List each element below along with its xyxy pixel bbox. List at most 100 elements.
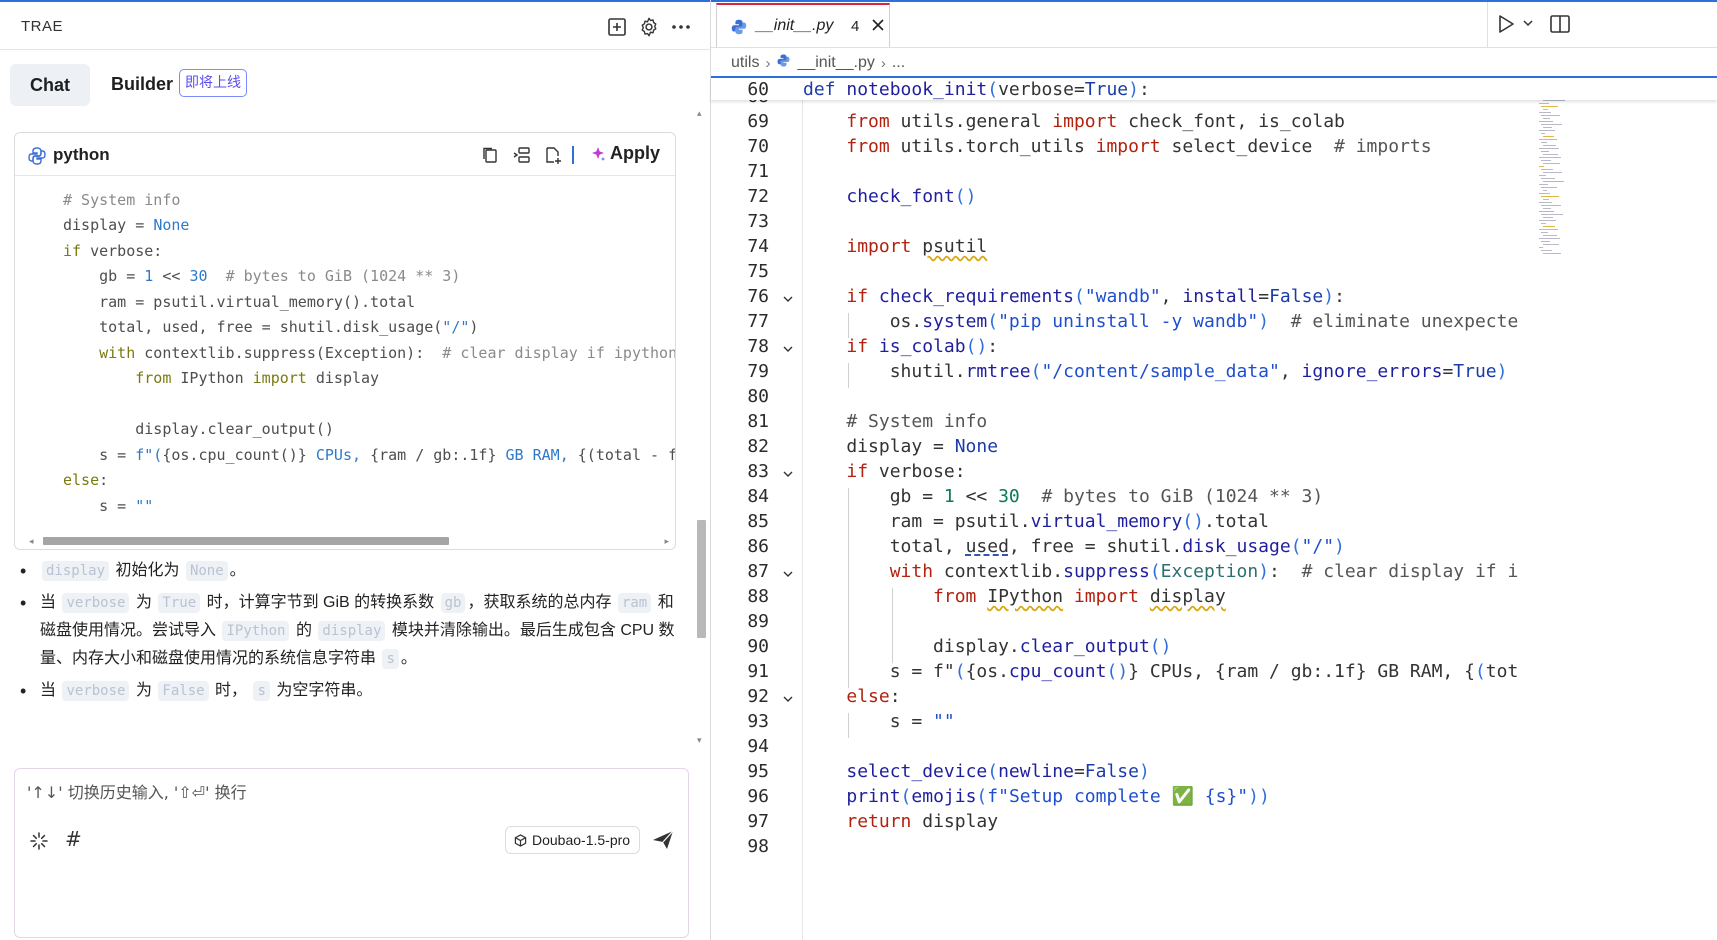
line-number: 79 [747, 361, 769, 382]
code-line: from IPython import display [135, 369, 380, 387]
code-line: display = None [63, 216, 190, 234]
code-line: check_font() [846, 186, 977, 207]
minimap-line [1543, 235, 1557, 236]
line-number: 78 [747, 336, 769, 357]
code-line: print(emojis(f"Setup complete ✅ {s}")) [846, 786, 1270, 807]
cube-icon [514, 833, 527, 847]
code-line: gb = 1 << 30 # bytes to GiB (1024 ** 3) [63, 267, 461, 285]
line-number: 81 [747, 411, 769, 432]
line-number: 82 [747, 436, 769, 457]
scrollbar-thumb[interactable] [43, 537, 449, 545]
minimap-line [1543, 181, 1564, 182]
code-line: if verbose: [846, 461, 966, 482]
text: 初始化为 [115, 562, 180, 579]
chat-panel-header: TRAE [0, 2, 710, 50]
chat-scrollbar-thumb[interactable] [697, 520, 706, 638]
minimap-line [1539, 130, 1555, 131]
minimap[interactable] [1539, 76, 1567, 256]
line-number: 92 [747, 686, 769, 707]
fold-chevron-icon[interactable] [781, 567, 795, 581]
sticky-scroll-header[interactable]: 60 def notebook_init(verbose=True): [711, 76, 1717, 100]
close-icon[interactable] [869, 16, 889, 36]
code-line: else: [63, 471, 109, 489]
code-block-header: python Apply [15, 133, 675, 176]
sparkle-icon [592, 146, 605, 161]
minimap-line [1543, 100, 1565, 101]
line-number: 88 [747, 586, 769, 607]
minimap-line [1543, 118, 1550, 119]
code-line: # System info [846, 411, 988, 432]
coming-soon-badge: 即将上线 [179, 69, 247, 97]
send-icon[interactable] [651, 828, 677, 854]
scroll-left-arrow[interactable]: ◂ [29, 536, 34, 547]
scroll-up-arrow[interactable]: ▴ [697, 108, 702, 119]
add-file-icon[interactable] [542, 144, 564, 166]
breadcrumb-folder[interactable]: utils [731, 54, 759, 72]
chat-input-box: # Doubao-1.5-pro [14, 768, 689, 938]
tab-init-py[interactable]: __init__.py 4 [716, 3, 890, 47]
indent-guide [848, 313, 850, 338]
minimap-line [1541, 115, 1560, 116]
code-line: from IPython import display [933, 586, 1226, 607]
list-item: display 初始化为 None。 [18, 557, 688, 585]
inline-code: s [382, 649, 399, 669]
inline-code: display [318, 621, 386, 641]
tab-chat[interactable]: Chat [10, 64, 90, 106]
line-number: 80 [747, 386, 769, 407]
line-number: 94 [747, 736, 769, 757]
chat-input[interactable] [27, 783, 667, 802]
code-line: ram = psutil.virtual_memory().total [803, 511, 1270, 532]
copy-icon[interactable] [479, 144, 501, 166]
model-selector[interactable]: Doubao-1.5-pro [505, 826, 641, 854]
minimap-line [1543, 127, 1552, 128]
minimap-line [1539, 184, 1548, 185]
run-icon[interactable] [1497, 14, 1515, 34]
fold-chevron-icon[interactable] [781, 292, 795, 306]
python-icon [776, 53, 791, 73]
python-icon [730, 18, 748, 41]
scroll-down-arrow[interactable]: ▾ [697, 735, 702, 746]
gear-icon[interactable] [636, 14, 662, 40]
code-horizontal-scrollbar[interactable]: ◂ ▸ [29, 536, 669, 546]
code-line: import psutil [846, 236, 988, 257]
minimap-line [1541, 178, 1555, 179]
chevron-down-icon[interactable] [1521, 16, 1535, 30]
line-number: 89 [747, 611, 769, 632]
apply-label: Apply [610, 143, 661, 163]
code-line: # System info [63, 191, 181, 209]
text: 为空字符串。 [276, 682, 373, 699]
fold-chevron-icon[interactable] [781, 467, 795, 481]
new-chat-icon[interactable] [604, 14, 630, 40]
more-icon[interactable] [668, 14, 694, 40]
minimap-line [1543, 109, 1548, 110]
code-line: display.clear_output() [63, 420, 334, 438]
text: 。 [229, 562, 246, 579]
minimap-line [1539, 166, 1544, 167]
line-number: 85 [747, 511, 769, 532]
minimap-line [1541, 196, 1559, 197]
context-icon[interactable] [29, 831, 49, 851]
text: 时， [215, 682, 248, 699]
fold-chevron-icon[interactable] [781, 342, 795, 356]
toolbar-divider [1487, 2, 1488, 48]
apply-button[interactable]: Apply [590, 143, 660, 164]
split-editor-icon[interactable] [1549, 13, 1571, 35]
breadcrumb-file[interactable]: __init__.py [797, 54, 874, 72]
tab-builder[interactable]: Builder [111, 74, 173, 95]
code-line: with contextlib.suppress(Exception): # c… [99, 344, 675, 362]
list-item: 当 verbose 为 True 时，计算字节到 GiB 的转换系数 gb，获取… [18, 589, 688, 673]
scroll-right-arrow[interactable]: ▸ [664, 536, 669, 547]
hash-icon[interactable]: # [65, 827, 82, 851]
fold-chevron-icon[interactable] [781, 692, 795, 706]
editor-top-rule [711, 0, 1717, 2]
minimap-line [1543, 217, 1553, 218]
code-line: s = f"({os.cpu_count()} CPUs, {ram / gb:… [63, 446, 675, 464]
minimap-line [1539, 193, 1550, 194]
insert-at-cursor-icon[interactable] [511, 144, 533, 166]
inline-code: verbose [62, 681, 130, 701]
code-line: select_device(newline=False) [846, 761, 1150, 782]
minimap-line [1539, 103, 1549, 104]
line-number: 91 [747, 661, 769, 682]
breadcrumb-symbol[interactable]: ... [892, 54, 905, 72]
line-number: 76 [747, 286, 769, 307]
